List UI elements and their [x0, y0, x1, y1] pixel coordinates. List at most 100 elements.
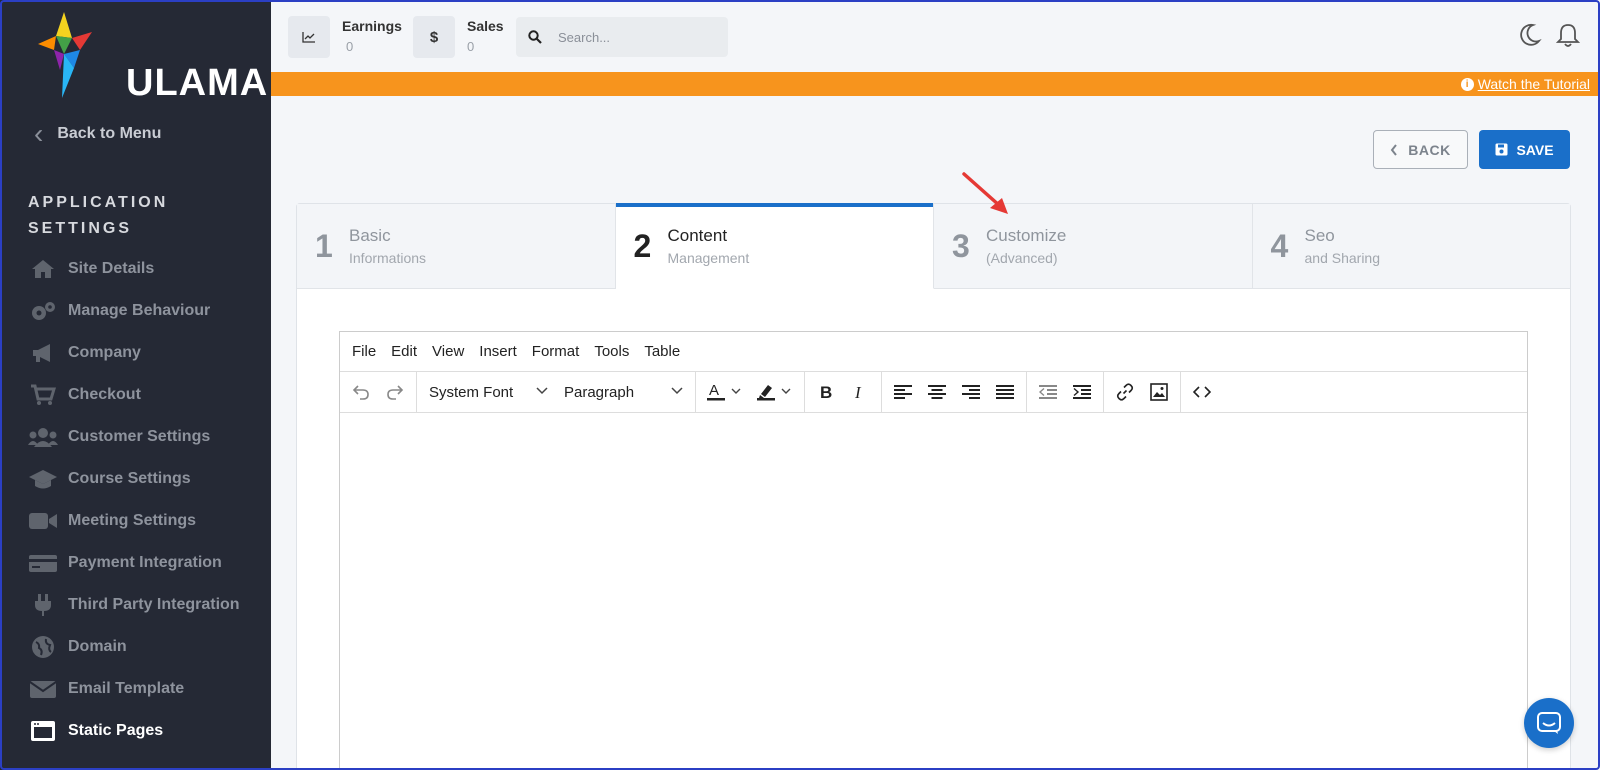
font-group: System Font Paragraph	[417, 372, 696, 412]
block-format-select[interactable]: Paragraph	[556, 376, 691, 408]
sidebar: ULAMA ‹ Back to Menu APPLICATION SETTING…	[0, 0, 271, 770]
chat-bubble-icon	[1537, 712, 1561, 734]
watch-tutorial-label: Watch the Tutorial	[1477, 76, 1590, 92]
step-title: Content	[667, 226, 728, 245]
step-basic[interactable]: 1 Basic Informations	[297, 204, 616, 289]
sidebar-item-label: Manage Behaviour	[68, 302, 211, 319]
home-icon	[28, 257, 58, 281]
sidebar-item-label: Course Settings	[68, 470, 191, 487]
history-group	[340, 372, 417, 412]
rich-text-editor: File Edit View Insert Format Tools Table…	[339, 331, 1528, 770]
align-left-icon[interactable]	[886, 376, 920, 408]
sidebar-item-label: Company	[68, 344, 141, 361]
window-icon	[28, 719, 58, 743]
align-center-icon[interactable]	[920, 376, 954, 408]
sales-value: 0	[467, 39, 475, 54]
bold-icon[interactable]: B	[809, 376, 843, 408]
earnings-label: Earnings	[342, 18, 402, 34]
svg-text:B: B	[820, 384, 832, 400]
source-code-icon[interactable]	[1185, 376, 1219, 408]
search-input[interactable]	[558, 29, 708, 45]
chevron-left-icon	[1390, 143, 1398, 156]
step-title: Seo	[1304, 226, 1335, 245]
sidebar-item-email-template[interactable]: Email Template	[28, 668, 240, 710]
editor-toolbar: System Font Paragraph A B I	[340, 372, 1527, 413]
sales-label: Sales	[467, 18, 504, 34]
chat-widget-button[interactable]	[1524, 698, 1574, 748]
video-icon	[28, 509, 58, 533]
align-justify-icon[interactable]	[988, 376, 1022, 408]
indent-icon[interactable]	[1065, 376, 1099, 408]
outdent-icon[interactable]	[1031, 376, 1065, 408]
sidebar-item-company[interactable]: Company	[28, 332, 240, 374]
sidebar-item-course-settings[interactable]: Course Settings	[28, 458, 240, 500]
chevron-left-icon: ‹	[34, 118, 44, 149]
cart-icon	[28, 383, 58, 407]
italic-icon[interactable]: I	[843, 376, 877, 408]
step-subtitle: and Sharing	[1304, 250, 1381, 266]
bell-icon[interactable]	[1553, 20, 1583, 50]
back-button[interactable]: BACK	[1373, 130, 1468, 169]
font-family-select[interactable]: System Font	[421, 376, 556, 408]
menu-tools[interactable]: Tools	[594, 343, 629, 360]
credit-card-icon	[28, 551, 58, 575]
sidebar-item-third-party-integration[interactable]: Third Party Integration	[28, 584, 240, 626]
link-icon[interactable]	[1108, 376, 1142, 408]
menu-table[interactable]: Table	[644, 343, 680, 360]
step-number: 2	[633, 227, 652, 264]
sidebar-item-manage-behaviour[interactable]: Manage Behaviour	[28, 290, 240, 332]
search-box	[516, 17, 728, 57]
sidebar-item-meeting-settings[interactable]: Meeting Settings	[28, 500, 240, 542]
color-group: A	[696, 372, 805, 412]
sidebar-item-checkout[interactable]: Checkout	[28, 374, 240, 416]
sidebar-item-label: Domain	[68, 638, 127, 655]
sidebar-item-label: Payment Integration	[68, 554, 222, 571]
save-button-label: SAVE	[1516, 141, 1554, 158]
dark-mode-moon-icon[interactable]	[1514, 20, 1544, 50]
search-icon	[528, 30, 542, 44]
menu-file[interactable]: File	[352, 343, 376, 360]
back-to-menu-link[interactable]: ‹ Back to Menu	[34, 120, 161, 148]
sidebar-item-payment-integration[interactable]: Payment Integration	[28, 542, 240, 584]
sidebar-item-domain[interactable]: Domain	[28, 626, 240, 668]
align-right-icon[interactable]	[954, 376, 988, 408]
editor-content-area[interactable]	[340, 413, 1527, 770]
undo-icon[interactable]	[344, 376, 378, 408]
megaphone-icon	[28, 341, 58, 365]
highlight-color-button[interactable]	[750, 376, 800, 408]
step-content[interactable]: 2 Content Management	[615, 203, 934, 289]
image-icon[interactable]	[1142, 376, 1176, 408]
chart-line-icon	[288, 16, 330, 58]
step-seo[interactable]: 4 Seo and Sharing	[1252, 204, 1570, 289]
sidebar-item-label: Site Details	[68, 260, 155, 277]
watch-tutorial-link[interactable]: i Watch the Tutorial	[1460, 76, 1590, 92]
indent-group	[1027, 372, 1104, 412]
sidebar-item-label: Third Party Integration	[68, 596, 240, 613]
style-group: B I	[805, 372, 882, 412]
gears-icon	[28, 299, 58, 323]
step-subtitle: Management	[667, 250, 750, 266]
sidebar-item-customer-settings[interactable]: Customer Settings	[28, 416, 240, 458]
menu-view[interactable]: View	[432, 343, 464, 360]
dollar-icon: $	[413, 16, 455, 58]
save-button[interactable]: SAVE	[1479, 130, 1570, 169]
users-icon	[28, 425, 58, 449]
sidebar-item-label: Email Template	[68, 680, 185, 697]
step-title: Basic	[349, 226, 391, 245]
sidebar-item-static-pages[interactable]: Static Pages	[28, 710, 240, 752]
sidebar-item-site-details[interactable]: Site Details	[28, 248, 240, 290]
back-to-menu-label: Back to Menu	[57, 125, 162, 142]
menu-edit[interactable]: Edit	[391, 343, 417, 360]
graduation-cap-icon	[28, 467, 58, 491]
logo[interactable]: ULAMA	[34, 10, 267, 104]
editor-menubar: File Edit View Insert Format Tools Table	[340, 332, 1527, 372]
chevron-down-icon	[671, 386, 683, 398]
text-color-button[interactable]: A	[700, 376, 750, 408]
redo-icon[interactable]	[378, 376, 412, 408]
sidebar-item-label: Customer Settings	[68, 428, 211, 445]
info-icon: i	[1460, 77, 1474, 91]
step-number: 4	[1270, 227, 1289, 264]
step-number: 3	[952, 227, 970, 264]
menu-insert[interactable]: Insert	[479, 343, 517, 360]
menu-format[interactable]: Format	[532, 343, 580, 360]
